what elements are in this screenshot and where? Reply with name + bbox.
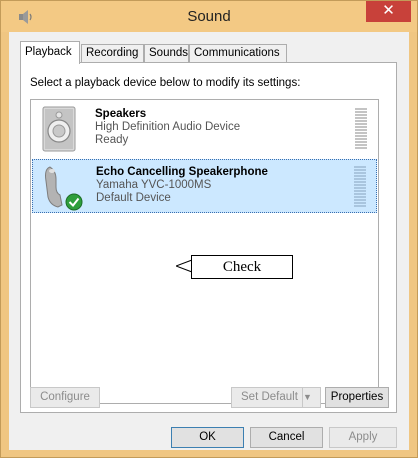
check-callout: Check — [191, 255, 293, 279]
configure-button[interactable]: Configure — [30, 387, 100, 408]
set-default-button[interactable]: Set Default ▼ — [231, 387, 321, 408]
window-title: Sound — [187, 8, 231, 25]
cancel-button[interactable]: Cancel — [250, 427, 323, 448]
check-icon — [65, 193, 83, 211]
volume-meter — [355, 108, 367, 150]
device-echo-cancelling-speakerphone[interactable]: Echo Cancelling Speakerphone Yamaha YVC-… — [32, 159, 377, 213]
properties-button[interactable]: Properties — [325, 387, 389, 408]
device-description: Yamaha YVC-1000MS — [96, 179, 212, 191]
tab-communications[interactable]: Communications — [189, 44, 287, 62]
device-name: Speakers — [95, 108, 147, 120]
sound-dialog: Sound ✕ Playback Recording Sounds Commun… — [0, 0, 418, 458]
dropdown-arrow-icon[interactable]: ▼ — [302, 388, 320, 407]
device-name: Echo Cancelling Speakerphone — [96, 166, 268, 178]
tab-recording[interactable]: Recording — [81, 44, 144, 62]
playback-panel: Select a playback device below to modify… — [20, 62, 397, 413]
instruction-text: Select a playback device below to modify… — [30, 77, 301, 89]
tab-sounds[interactable]: Sounds — [144, 44, 189, 62]
device-speakers[interactable]: Speakers High Definition Audio Device Re… — [32, 102, 377, 156]
speaker-icon — [42, 106, 76, 152]
ok-button[interactable]: OK — [171, 427, 244, 448]
apply-button[interactable]: Apply — [329, 427, 397, 448]
device-status: Default Device — [96, 192, 171, 204]
device-status: Ready — [95, 134, 129, 146]
close-icon: ✕ — [382, 2, 395, 19]
dialog-body: Playback Recording Sounds Communications… — [9, 32, 409, 450]
volume-meter — [354, 166, 366, 208]
set-default-label: Set Default — [241, 391, 298, 403]
tab-playback[interactable]: Playback — [20, 41, 80, 64]
close-button[interactable]: ✕ — [366, 1, 411, 22]
title-bar[interactable]: Sound ✕ — [1, 1, 417, 32]
device-description: High Definition Audio Device — [95, 121, 241, 133]
device-list[interactable]: Speakers High Definition Audio Device Re… — [30, 99, 379, 404]
